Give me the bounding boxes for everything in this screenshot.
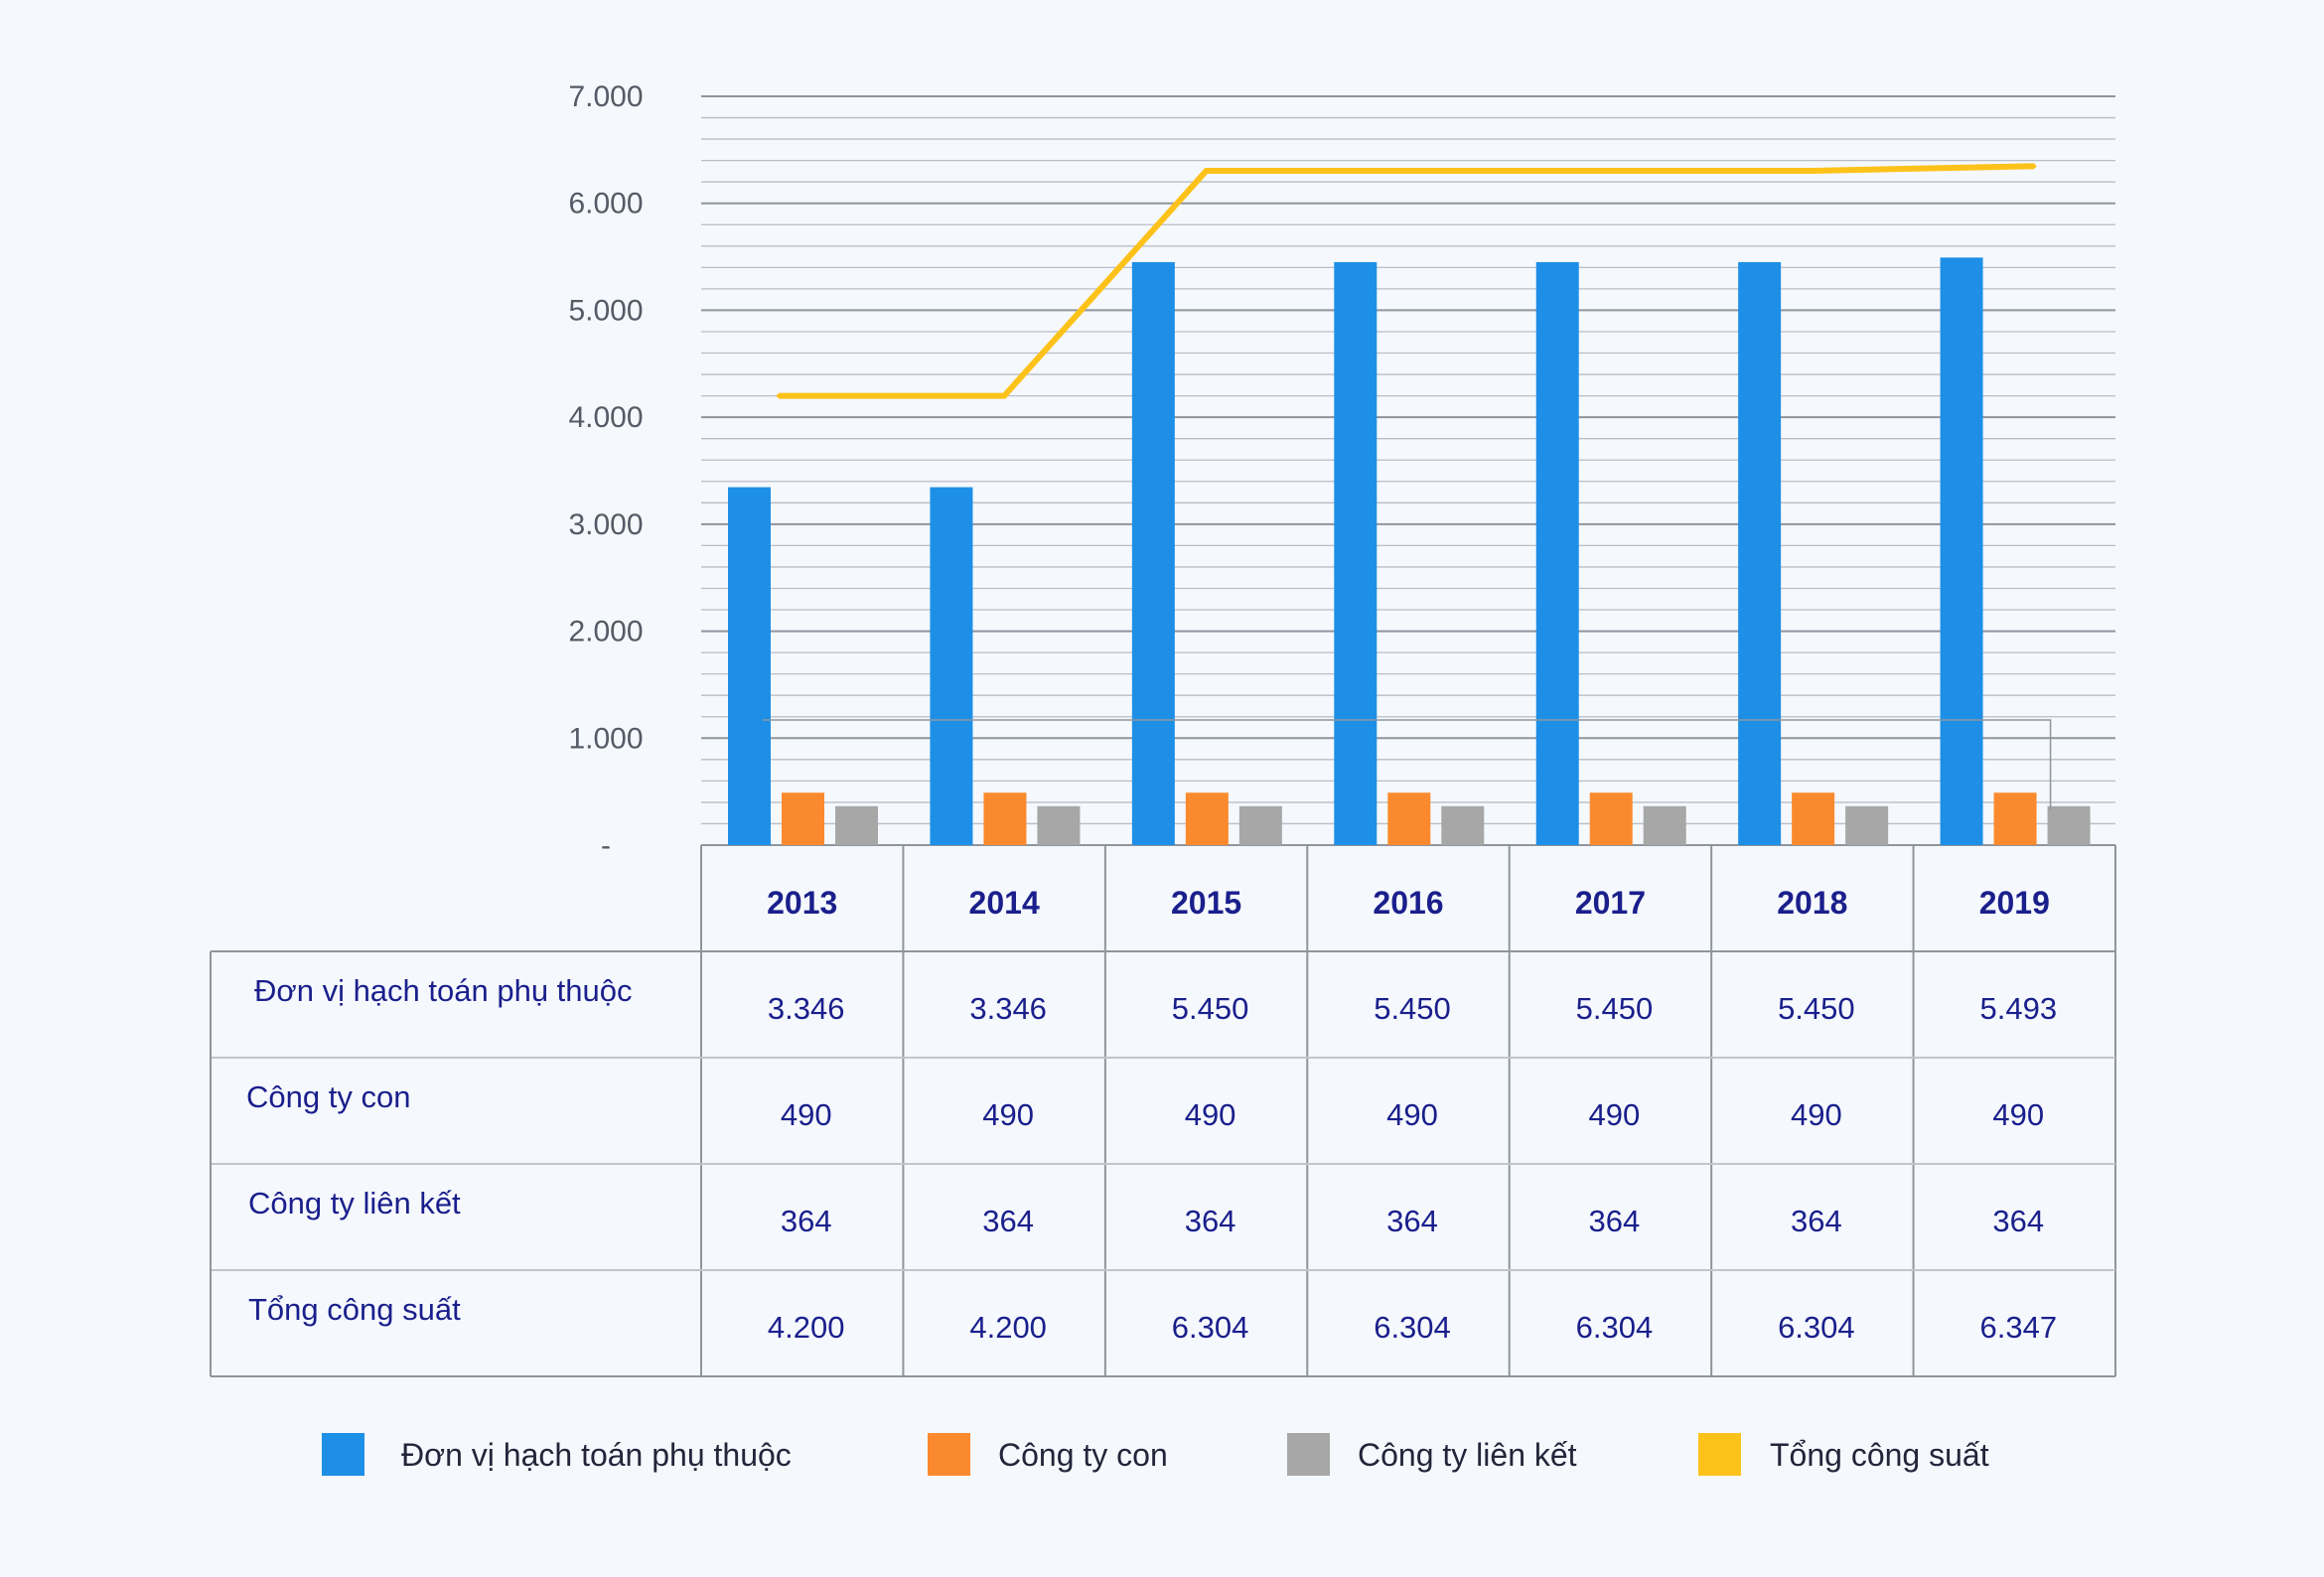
table-cell: 364 [1589,1204,1641,1238]
y-tick-label: 6.000 [568,188,643,220]
table-cell: 6.304 [1172,1310,1249,1345]
table-cell: 5.450 [1172,991,1249,1026]
line-point [777,393,781,398]
x-tick-label: 2019 [1979,885,2050,921]
table-cell: 490 [982,1097,1034,1132]
table-row-label: Đơn vị hạch toán phụ thuộc [254,973,633,1008]
bar [1940,257,1983,845]
line-point [1204,168,1209,173]
table-cell: 5.493 [1979,991,2057,1026]
bars [728,257,2091,845]
table-cell: 490 [1589,1097,1641,1132]
bar [782,792,824,845]
bar [1441,805,1485,845]
x-tick-label: 2014 [969,885,1040,921]
y-tick-label: 2.000 [568,616,643,648]
table-cell: 5.450 [1374,991,1451,1026]
table-cell: 364 [982,1204,1034,1238]
grid-lines [701,95,2115,846]
table-cell: 3.346 [768,991,845,1026]
bar [1185,792,1229,845]
bar [2047,805,2091,845]
y-tick-label: - [601,829,611,862]
table-cell: 490 [781,1097,832,1132]
x-tick-label: 2018 [1777,885,1847,921]
chart: - 1.000 2.000 3.000 4.000 5.000 6.000 7.000 201… [210,80,2116,1476]
table-cell: 5.450 [1778,991,1855,1026]
table-cell: 6.304 [1778,1310,1855,1345]
legend: Đơn vị hạch toán phụ thuộc Công ty con Côn… [322,1433,1989,1476]
bar [1387,792,1431,845]
bar [1792,792,1835,845]
table-cell: 6.347 [1979,1310,2057,1345]
table-cell: 490 [1185,1097,1236,1132]
legend-label: Đơn vị hạch toán phụ thuộc [401,1437,792,1473]
bar [1131,261,1175,845]
table-row-label: Công ty liên kết [248,1186,461,1220]
table-cell: 6.304 [1374,1310,1451,1345]
table-row-label: Tổng công suất [248,1292,461,1327]
bar [1643,805,1686,845]
bar [728,487,771,845]
table-cell: 4.200 [768,1310,845,1345]
table-cell: 364 [1185,1204,1236,1238]
table-cell: 364 [1386,1204,1438,1238]
x-tick-label: 2013 [767,885,837,921]
bar [835,805,878,845]
bar [1535,261,1579,845]
table-cell: 3.346 [969,991,1047,1026]
table-cell: 364 [781,1204,832,1238]
y-tick-label: 1.000 [568,722,643,755]
table-cell: 490 [1992,1097,2044,1132]
y-axis-ticks: - 1.000 2.000 3.000 4.000 5.000 6.000 7.000 [568,80,643,862]
line-point [1810,168,1815,173]
legend-swatch [928,1433,970,1476]
x-tick-label: 2015 [1171,885,1241,921]
legend-label: Tổng công suất [1770,1437,1989,1473]
table-cell: 490 [1791,1097,1842,1132]
table-cell: 364 [1791,1204,1842,1238]
legend-swatch [1287,1433,1330,1476]
bar [1738,261,1782,845]
y-tick-label: 5.000 [568,294,643,327]
bar [930,487,973,845]
bar [983,792,1027,845]
legend-label: Công ty liên kết [1358,1437,1577,1473]
line-point [1406,168,1410,173]
bar [1845,805,1889,845]
table-cell: 490 [1386,1097,1438,1132]
line-point [1608,168,1613,173]
x-tick-label: 2016 [1373,885,1443,921]
total-capacity-series-line [779,163,2035,399]
y-tick-label: 4.000 [568,401,643,434]
table-cell: 5.450 [1576,991,1654,1026]
bar [1037,805,1081,845]
legend-swatch [1698,1433,1741,1476]
bar [1993,792,2037,845]
bar [1334,261,1378,845]
table-row-label: Công ty con [246,1079,410,1114]
y-tick-label: 7.000 [568,80,643,113]
total-capacity-line [777,163,2037,399]
line-point [1002,393,1007,398]
table-cell: 4.200 [969,1310,1047,1345]
table-cell: 364 [1992,1204,2044,1238]
table-cell: 6.304 [1576,1310,1654,1345]
line-point [2032,164,2037,169]
legend-label: Công ty con [998,1437,1168,1473]
y-tick-label: 3.000 [568,508,643,541]
bar [1589,792,1633,845]
data-table: 2013 2014 2015 2016 2017 2018 2019 Đơn vị hạch … [210,845,2116,1377]
legend-swatch [322,1433,364,1476]
bar [1238,805,1282,845]
x-tick-label: 2017 [1575,885,1646,921]
